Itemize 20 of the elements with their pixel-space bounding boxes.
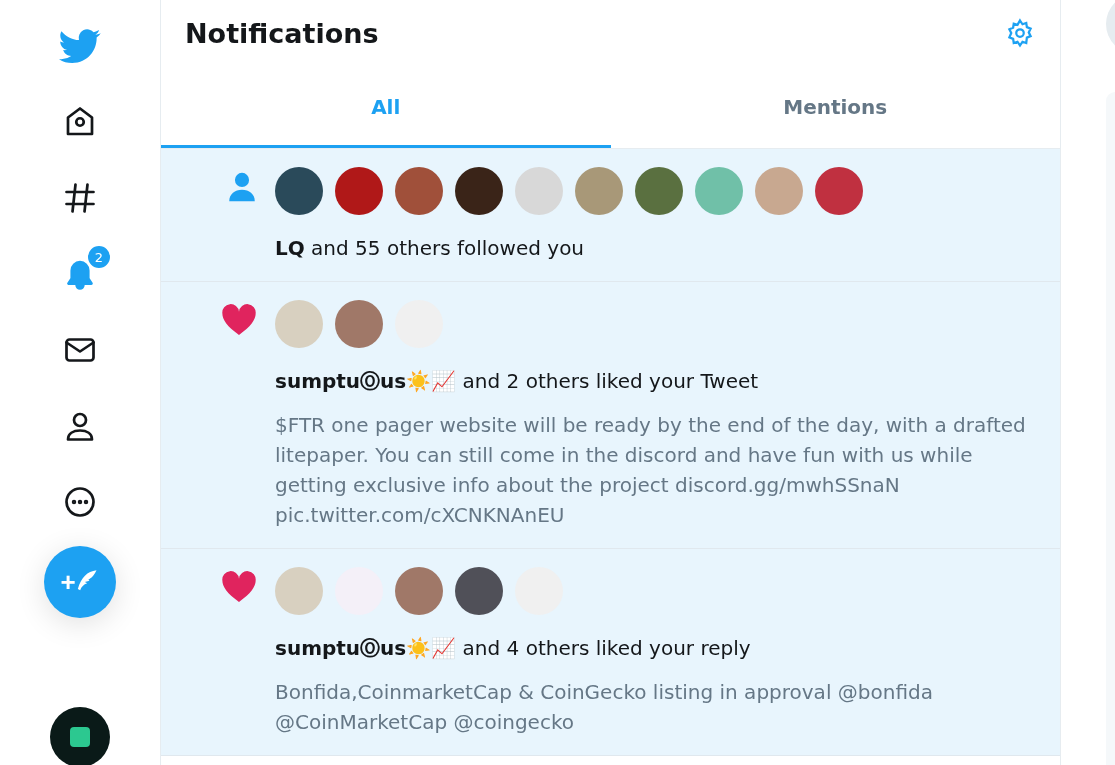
- page-title: Notifications: [185, 17, 379, 49]
- settings-icon[interactable]: [1005, 18, 1035, 48]
- notification-text: sumptuⓄus☀📈 and 2 others liked your Tweet: [275, 368, 760, 395]
- tweet-text: $FTR one pager website will be ready by the end of the day, with a drafted litepaper. You can still come in the discord and have fun with us while getting exclusive info about the project discord.gg/mwhSSnaN pic.twitter.com/cXCNKNAnEU: [275, 412, 1027, 529]
- notification-text: sumptuⓄus☀📈 and 4 others liked your reply: [275, 635, 752, 662]
- user-avatar[interactable]: [455, 567, 503, 615]
- user-avatar[interactable]: [335, 167, 383, 215]
- account-avatar[interactable]: [50, 707, 110, 765]
- user-avatar[interactable]: [455, 167, 503, 215]
- notification-card[interactable]: LQ and 55 others followed you: [161, 149, 1060, 282]
- notification-tab[interactable]: Mentions: [610, 66, 1060, 148]
- notification-card[interactable]: sumptuⓄus☀📈 and 4 others liked your reply Bonfida,CoinmarketCap & CoinGecko listing in approval @bonfida @CoinMarketCap @coingecko: [161, 549, 1060, 756]
- notification-text: LQ and 55 others followed you: [275, 235, 586, 262]
- hashtag-icon[interactable]: [62, 180, 98, 216]
- compose-tweet-button[interactable]: +: [44, 546, 116, 618]
- bell-icon[interactable]: [67, 258, 93, 290]
- notification-count-badge: 2: [86, 244, 112, 270]
- tweet-text: Bonfida,CoinmarketCap & CoinGecko listing in approval @bonfida @CoinMarketCap @coingecko: [275, 679, 934, 736]
- user-avatar[interactable]: [275, 167, 323, 215]
- more-icon[interactable]: [62, 484, 98, 520]
